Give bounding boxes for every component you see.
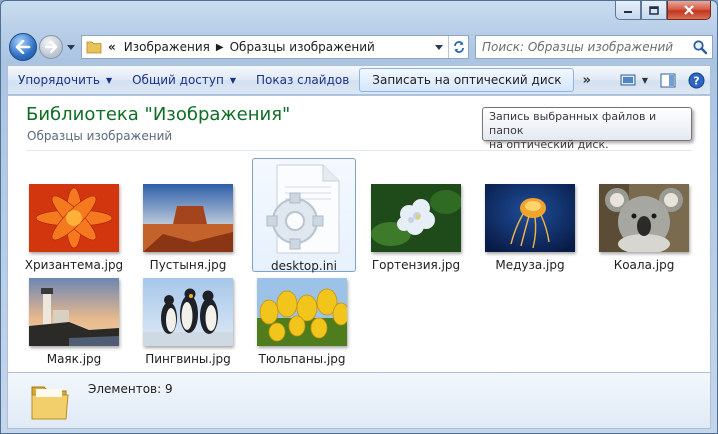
file-item-tulips[interactable]: Тюльпаны.jpg bbox=[250, 252, 354, 366]
burn-tooltip: Запись выбранных файлов и папок на оптич… bbox=[482, 107, 692, 151]
refresh-icon bbox=[453, 41, 464, 53]
chevron-down-icon: ▼ bbox=[105, 75, 113, 85]
breadcrumb-separator-icon[interactable]: ▶ bbox=[216, 42, 224, 53]
slideshow-label: Показ слайдов bbox=[255, 73, 350, 87]
maximize-icon bbox=[649, 5, 659, 15]
file-name: Медуза.jpg bbox=[495, 258, 565, 272]
file-item-jellyfish[interactable]: Медуза.jpg bbox=[478, 158, 582, 272]
tooltip-line-2: на оптический диск. bbox=[489, 138, 609, 151]
chevron-down-icon bbox=[435, 44, 443, 50]
hydrangea-thumbnail bbox=[371, 184, 461, 252]
file-name: Пингвины.jpg bbox=[145, 352, 231, 366]
address-dropdown-button[interactable] bbox=[430, 36, 448, 58]
details-pane: Элементов: 9 bbox=[7, 372, 711, 429]
folder-icon bbox=[31, 386, 69, 420]
breadcrumb-item-samples[interactable]: Образцы изображений bbox=[230, 40, 375, 54]
koala-thumbnail bbox=[599, 184, 689, 252]
file-name: Гортензия.jpg bbox=[371, 258, 461, 272]
navigation-bar: « Изображения ▶ Образцы изображений Поис… bbox=[7, 31, 713, 63]
search-placeholder: Поиск: Образцы изображений bbox=[482, 40, 674, 54]
library-title: Библиотека "Изображения" bbox=[26, 104, 291, 125]
arrow-right-icon bbox=[44, 41, 58, 53]
explorer-window: « Изображения ▶ Образцы изображений Поис… bbox=[0, 0, 718, 434]
file-name: Коала.jpg bbox=[613, 258, 675, 272]
item-count: Элементов: 9 bbox=[88, 382, 173, 396]
penguins-thumbnail bbox=[143, 278, 233, 346]
close-icon bbox=[684, 5, 694, 15]
chevron-down-icon: ▼ bbox=[229, 75, 236, 85]
preview-pane-button[interactable] bbox=[654, 68, 682, 92]
breadcrumb: « Изображения ▶ Образцы изображений bbox=[108, 40, 375, 54]
maximize-button[interactable] bbox=[641, 1, 667, 20]
lighthouse-thumbnail bbox=[29, 278, 119, 346]
folder-icon bbox=[86, 41, 102, 54]
minimize-icon bbox=[624, 11, 632, 13]
minimize-button[interactable] bbox=[615, 1, 641, 20]
settings-file-icon bbox=[266, 164, 340, 254]
organize-label: Упорядочить bbox=[18, 73, 100, 87]
desert-thumbnail bbox=[143, 184, 233, 252]
file-name: Маяк.jpg bbox=[46, 352, 102, 366]
burn-to-disc-label: Записать на оптический диск bbox=[372, 73, 562, 87]
tulips-thumbnail bbox=[257, 278, 347, 346]
svg-text:?: ? bbox=[693, 74, 699, 87]
arrow-left-icon bbox=[15, 40, 31, 54]
view-icon bbox=[620, 74, 636, 86]
file-item-penguins[interactable]: Пингвины.jpg bbox=[136, 252, 240, 366]
chevron-down-icon bbox=[67, 44, 75, 50]
recent-pages-button[interactable] bbox=[65, 41, 77, 53]
caption-buttons bbox=[615, 1, 711, 21]
refresh-button[interactable] bbox=[448, 36, 468, 58]
back-button[interactable] bbox=[9, 33, 37, 61]
slideshow-button[interactable]: Показ слайдов bbox=[246, 68, 359, 92]
breadcrumb-overflow[interactable]: « bbox=[108, 40, 116, 54]
organize-button[interactable]: Упорядочить ▼ bbox=[8, 68, 122, 92]
burn-to-disc-button[interactable]: Записать на оптический диск bbox=[359, 68, 575, 92]
preview-pane-icon bbox=[660, 73, 676, 87]
close-button[interactable] bbox=[667, 1, 711, 20]
address-bar[interactable]: « Изображения ▶ Образцы изображений bbox=[81, 35, 469, 59]
change-view-button[interactable]: ▼ bbox=[614, 68, 654, 92]
tooltip-line-1: Запись выбранных файлов и папок bbox=[489, 110, 657, 137]
view-controls: ▼ ? bbox=[614, 68, 710, 92]
command-bar: Упорядочить ▼ Общий доступ ▼ Показ слайд… bbox=[7, 65, 711, 95]
chevron-down-icon: ▼ bbox=[641, 75, 649, 85]
help-button[interactable]: ? bbox=[682, 68, 710, 92]
file-name: Тюльпаны.jpg bbox=[258, 352, 346, 366]
help-icon: ? bbox=[688, 72, 704, 88]
more-commands-button[interactable]: » bbox=[574, 73, 598, 88]
share-label: Общий доступ bbox=[132, 73, 224, 87]
search-icon[interactable] bbox=[692, 39, 708, 55]
file-item-lighthouse[interactable]: Маяк.jpg bbox=[22, 252, 126, 366]
chrysanthemum-thumbnail bbox=[29, 184, 119, 252]
share-button[interactable]: Общий доступ ▼ bbox=[122, 68, 246, 92]
library-subtitle: Образцы изображений bbox=[27, 129, 173, 143]
search-input[interactable]: Поиск: Образцы изображений bbox=[475, 35, 713, 59]
file-item-koala[interactable]: Коала.jpg bbox=[592, 158, 696, 272]
file-item-hydrangea[interactable]: Гортензия.jpg bbox=[364, 158, 468, 272]
jellyfish-thumbnail bbox=[485, 184, 575, 252]
breadcrumb-item-images[interactable]: Изображения bbox=[124, 40, 210, 54]
forward-button[interactable] bbox=[39, 35, 63, 59]
